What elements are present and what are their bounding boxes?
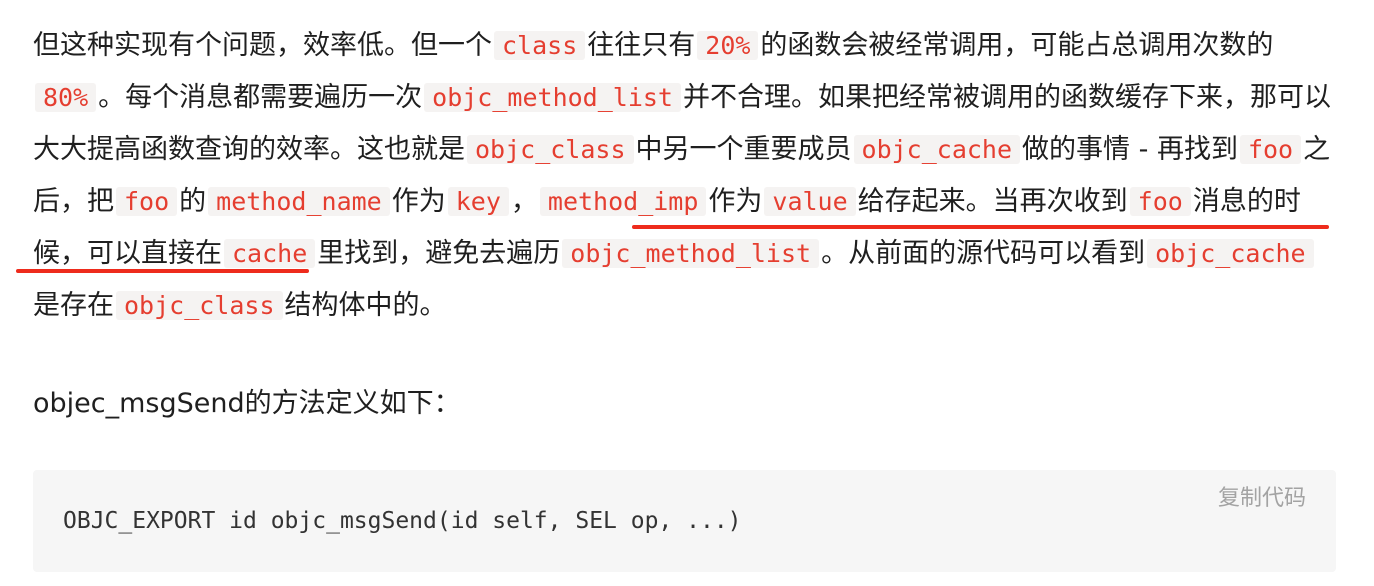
inline-code: objc_class <box>467 135 634 164</box>
text-span: 往往只有 <box>587 30 696 61</box>
highlight-underline <box>16 269 309 273</box>
inline-code: class <box>494 31 586 60</box>
text-span: 作为 <box>391 186 446 217</box>
article-paragraph: 但这种实现有个问题，效率低。但一个 class 往往只有 20% 的函数会被经常调用，可… <box>33 20 1338 332</box>
text-span: 做的事情 - 再找到 <box>1022 134 1238 165</box>
code-text: OBJC_EXPORT id objc_msgSend(id self, SEL… <box>63 508 742 534</box>
inline-code: foo <box>1129 187 1191 216</box>
inline-code: objc_class <box>116 291 283 320</box>
text-span: 的 <box>179 186 207 217</box>
inline-code: objc_method_list <box>424 83 681 112</box>
inline-code: 20% <box>697 31 759 60</box>
text-span: 中另一个重要成员 <box>635 134 852 165</box>
paragraph-heading: objec_msgSend的方法定义如下： <box>33 388 461 419</box>
inline-code: objc_cache <box>1147 239 1314 268</box>
inline-code: objc_method_list <box>562 239 820 268</box>
text-span: 。从前面的源代码可以看到 <box>821 238 1146 269</box>
text-span: 但这种实现有个问题，效率低。但一个 <box>33 30 492 61</box>
text-span: ， <box>510 186 538 217</box>
text-span: 是存在 <box>33 290 114 321</box>
text-span: 里找到，避免去遍历 <box>317 238 561 269</box>
text-span: 。每个消息都需要遍历一次 <box>98 82 423 113</box>
inline-code: objc_cache <box>853 135 1021 164</box>
inline-code: method_name <box>208 187 390 216</box>
inline-code: value <box>764 187 856 216</box>
inline-code: 80% <box>35 83 97 112</box>
inline-code: foo <box>1239 135 1302 164</box>
text-span: 作为 <box>708 186 763 217</box>
inline-code: cache <box>224 239 316 268</box>
text-span: 的函数会被经常调用，可能占总调用次数的 <box>760 30 1274 61</box>
copy-code-button[interactable]: 复制代码 <box>1218 480 1306 512</box>
inline-code: method_imp <box>539 187 707 216</box>
inline-code: foo <box>116 187 178 216</box>
text-span: 给存起来。 <box>857 186 993 217</box>
text-span: 结构体中的。 <box>284 290 447 321</box>
inline-code: key <box>447 187 509 216</box>
code-block: 复制代码 OBJC_EXPORT id objc_msgSend(id self… <box>33 470 1336 572</box>
highlight-underline <box>632 225 1329 229</box>
text-span: 当再次收到 <box>992 186 1128 217</box>
